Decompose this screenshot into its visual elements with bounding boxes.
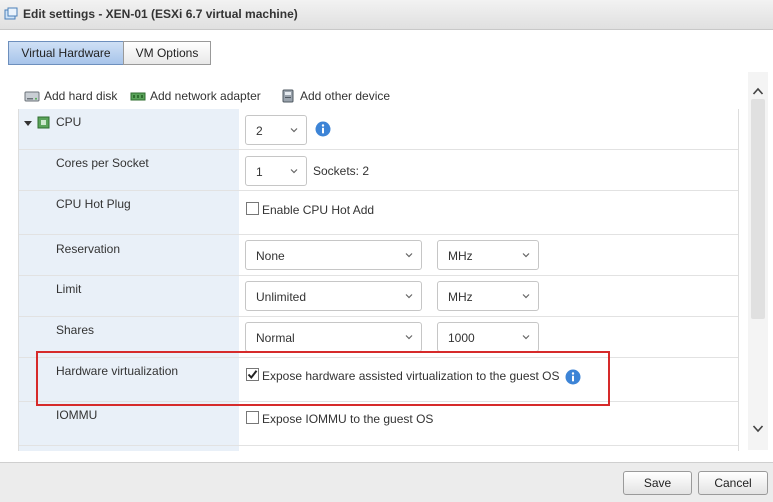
scroll-down-icon[interactable]: [752, 424, 764, 434]
tab-vm-options[interactable]: VM Options: [123, 41, 211, 65]
limit-select[interactable]: Unlimited: [245, 281, 422, 311]
chevron-down-icon: [290, 169, 298, 174]
sockets-count: Sockets: 2: [313, 164, 370, 178]
cpu-icon: [37, 116, 50, 129]
limit-unit-select[interactable]: MHz: [437, 281, 539, 311]
table-row-reservation: Reservation None MHz: [19, 235, 738, 276]
cpu-hot-plug-label: CPU Hot Plug: [56, 197, 131, 211]
cores-per-socket-select[interactable]: 1: [245, 156, 307, 186]
reservation-label: Reservation: [56, 242, 121, 256]
chevron-down-icon: [522, 294, 530, 299]
tab-virtual-hardware[interactable]: Virtual Hardware: [8, 41, 124, 65]
add-network-adapter-button[interactable]: Add network adapter: [130, 87, 261, 105]
table-row-cpu: CPU 2: [19, 109, 738, 150]
content-scrollbar[interactable]: [748, 72, 768, 450]
table-row-hardware-virtualization: Hardware virtualization Expose hardware …: [19, 358, 738, 402]
hardware-virtualization-checkbox[interactable]: [246, 368, 259, 381]
limit-value: Unlimited: [256, 290, 307, 304]
chevron-down-icon: [405, 294, 413, 299]
add-other-device-button[interactable]: Add other device: [280, 87, 390, 105]
shares-amount-select[interactable]: 1000: [437, 322, 539, 352]
save-button[interactable]: Save: [623, 471, 692, 495]
iommu-label: IOMMU: [56, 408, 98, 422]
network-adapter-icon: [130, 92, 146, 101]
table-row-cpu-hot-plug: CPU Hot Plug Enable CPU Hot Add: [19, 191, 738, 235]
chevron-down-icon: [405, 253, 413, 258]
other-device-icon: [282, 89, 294, 103]
shares-value: Normal: [256, 331, 295, 345]
cpu-count-value: 2: [256, 124, 263, 138]
reservation-unit-select[interactable]: MHz: [437, 240, 539, 270]
hardware-virtualization-option-label: Expose hardware assisted virtualization …: [262, 369, 560, 383]
cores-per-socket-value: 1: [256, 165, 263, 179]
chevron-down-icon: [290, 128, 298, 133]
title-bar: Edit settings - XEN-01 (ESXi 6.7 virtual…: [0, 0, 773, 30]
shares-select[interactable]: Normal: [245, 322, 422, 352]
limit-unit-value: MHz: [448, 290, 473, 304]
hardware-table: CPU 2 Cores per Socket 1 Sockets: 2 CPU …: [18, 109, 739, 451]
chevron-down-icon: [405, 335, 413, 340]
reservation-value: None: [256, 249, 285, 263]
table-row-cores-per-socket: Cores per Socket 1 Sockets: 2: [19, 150, 738, 191]
cpu-hot-add-label: Enable CPU Hot Add: [262, 203, 375, 217]
cpu-hot-add-checkbox[interactable]: [246, 202, 259, 215]
reservation-unit-value: MHz: [448, 249, 473, 263]
add-other-device-label: Add other device: [300, 89, 391, 103]
reservation-select[interactable]: None: [245, 240, 422, 270]
chevron-down-icon: [522, 335, 530, 340]
scrollbar-thumb[interactable]: [751, 99, 765, 319]
table-row-iommu: IOMMU Expose IOMMU to the guest OS: [19, 402, 738, 446]
limit-label: Limit: [56, 282, 82, 296]
cpu-count-select[interactable]: 2: [245, 115, 307, 145]
iommu-checkbox[interactable]: [246, 411, 259, 424]
edit-settings-icon: [4, 7, 18, 20]
add-hard-disk-button[interactable]: Add hard disk: [24, 87, 117, 105]
scroll-up-icon[interactable]: [752, 86, 764, 96]
cores-per-socket-label: Cores per Socket: [56, 156, 149, 170]
info-icon[interactable]: [565, 369, 581, 385]
shares-amount-value: 1000: [448, 331, 475, 345]
hard-disk-icon: [24, 91, 40, 102]
cpu-label: CPU: [56, 115, 82, 129]
expand-caret-icon[interactable]: [24, 119, 32, 127]
table-row-partial: [19, 446, 738, 451]
add-hard-disk-label: Add hard disk: [44, 89, 118, 103]
info-icon[interactable]: [315, 121, 331, 137]
shares-label: Shares: [56, 323, 95, 337]
dialog-title: Edit settings - XEN-01 (ESXi 6.7 virtual…: [23, 7, 298, 21]
chevron-down-icon: [522, 253, 530, 258]
add-network-adapter-label: Add network adapter: [150, 89, 261, 103]
table-row-shares: Shares Normal 1000: [19, 317, 738, 358]
hardware-virtualization-label: Hardware virtualization: [56, 364, 179, 378]
table-row-limit: Limit Unlimited MHz: [19, 276, 738, 317]
dialog-footer: Save Cancel: [0, 462, 773, 502]
iommu-option-label: Expose IOMMU to the guest OS: [262, 412, 434, 426]
checkmark-icon: [247, 370, 258, 380]
cancel-button[interactable]: Cancel: [698, 471, 768, 495]
